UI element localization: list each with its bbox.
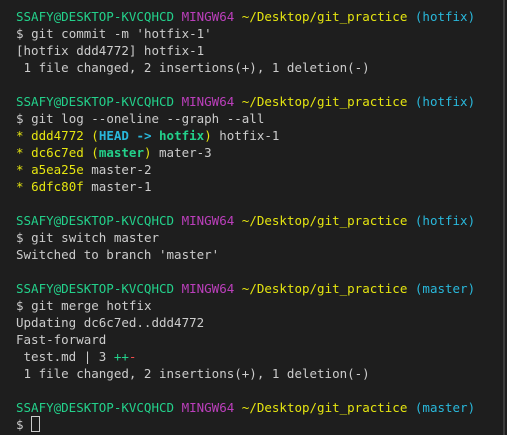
- refs-branch: master: [98, 145, 144, 160]
- prompt-line: SSAFY@DESKTOP-KVCQHCD MINGW64 ~/Desktop/…: [16, 93, 503, 110]
- refs-close-paren: ): [204, 128, 212, 143]
- prompt-shell: MINGW64: [181, 281, 235, 296]
- output-line: 1 file changed, 2 insertions(+), 1 delet…: [16, 60, 370, 75]
- commit-message: master-1: [91, 179, 152, 194]
- output-line: Updating dc6c7ed..ddd4772: [16, 315, 205, 330]
- prompt-symbol: $: [16, 298, 24, 313]
- log-entry: * dc6c7ed (master) mater-3: [16, 144, 503, 161]
- input-line[interactable]: $: [16, 416, 503, 433]
- output-line: Fast-forward: [16, 332, 107, 347]
- prompt-user-host: SSAFY@DESKTOP-KVCQHCD: [16, 94, 175, 109]
- command-line: $ git switch master: [16, 229, 503, 246]
- commit-hash: 6dfc80f: [31, 179, 84, 194]
- prompt-user-host: SSAFY@DESKTOP-KVCQHCD: [16, 400, 175, 415]
- prompt-user-host: SSAFY@DESKTOP-KVCQHCD: [16, 281, 175, 296]
- terminal-window[interactable]: SSAFY@DESKTOP-KVCQHCD MINGW64 ~/Desktop/…: [0, 0, 505, 435]
- commit-message: mater-3: [159, 145, 212, 160]
- commit-hash: ddd4772: [31, 128, 84, 143]
- command-text: git log --oneline --graph --all: [31, 111, 265, 126]
- output-line: Switched to branch 'master': [16, 247, 220, 262]
- prompt-path: ~/Desktop/git_practice: [241, 213, 408, 228]
- prompt-line: SSAFY@DESKTOP-KVCQHCD MINGW64 ~/Desktop/…: [16, 8, 503, 25]
- diffstat-plus: ++: [113, 349, 129, 364]
- graph-star: *: [16, 162, 24, 177]
- commit-hash: a5ea25e: [31, 162, 84, 177]
- log-entry: * 6dfc80f master-1: [16, 178, 503, 195]
- prompt-shell: MINGW64: [181, 9, 235, 24]
- refs-open-paren: (: [91, 128, 99, 143]
- graph-star: *: [16, 179, 24, 194]
- prompt-line: SSAFY@DESKTOP-KVCQHCD MINGW64 ~/Desktop/…: [16, 212, 503, 229]
- command-line: $ git merge hotfix: [16, 297, 503, 314]
- prompt-shell: MINGW64: [181, 400, 235, 415]
- refs-branch: hotfix: [159, 128, 205, 143]
- diffstat-file: test.md | 3: [16, 349, 114, 364]
- prompt-branch: (hotfix): [414, 94, 476, 109]
- prompt-branch: (master): [414, 281, 476, 296]
- graph-star: *: [16, 145, 24, 160]
- output-line: [hotfix ddd4772] hotfix-1: [16, 43, 205, 58]
- prompt-shell: MINGW64: [181, 94, 235, 109]
- prompt-symbol: $: [16, 417, 24, 432]
- command-line: $ git log --oneline --graph --all: [16, 110, 503, 127]
- command-text: git merge hotfix: [31, 298, 152, 313]
- refs-close-paren: ): [143, 145, 152, 160]
- command-line: $ git commit -m 'hotfix-1': [16, 25, 503, 42]
- prompt-path: ~/Desktop/git_practice: [241, 281, 408, 296]
- prompt-symbol: $: [16, 111, 24, 126]
- prompt-branch: (hotfix): [414, 9, 476, 24]
- command-text: git commit -m 'hotfix-1': [31, 26, 212, 41]
- refs-open-paren: (: [91, 145, 99, 160]
- prompt-path: ~/Desktop/git_practice: [241, 400, 408, 415]
- command-text: git switch master: [31, 230, 159, 245]
- prompt-branch: (hotfix): [414, 213, 476, 228]
- prompt-user-host: SSAFY@DESKTOP-KVCQHCD: [16, 9, 175, 24]
- prompt-path: ~/Desktop/git_practice: [241, 9, 408, 24]
- text-cursor[interactable]: [31, 416, 41, 432]
- prompt-line: SSAFY@DESKTOP-KVCQHCD MINGW64 ~/Desktop/…: [16, 280, 503, 297]
- output-line: 1 file changed, 2 insertions(+), 1 delet…: [16, 366, 370, 381]
- commit-message: master-2: [91, 162, 152, 177]
- log-entry: * a5ea25e master-2: [16, 161, 503, 178]
- prompt-user-host: SSAFY@DESKTOP-KVCQHCD: [16, 213, 175, 228]
- prompt-path: ~/Desktop/git_practice: [241, 94, 408, 109]
- diffstat-line: test.md | 3 ++-: [16, 348, 503, 365]
- prompt-symbol: $: [16, 26, 24, 41]
- prompt-shell: MINGW64: [181, 213, 235, 228]
- refs-head: HEAD ->: [98, 128, 160, 143]
- commit-hash: dc6c7ed: [31, 145, 84, 160]
- diffstat-minus: -: [128, 349, 137, 364]
- graph-star: *: [16, 128, 24, 143]
- prompt-symbol: $: [16, 230, 24, 245]
- log-entry: * ddd4772 (HEAD -> hotfix) hotfix-1: [16, 127, 503, 144]
- prompt-branch: (master): [414, 400, 476, 415]
- prompt-line: SSAFY@DESKTOP-KVCQHCD MINGW64 ~/Desktop/…: [16, 399, 503, 416]
- commit-message: hotfix-1: [219, 128, 280, 143]
